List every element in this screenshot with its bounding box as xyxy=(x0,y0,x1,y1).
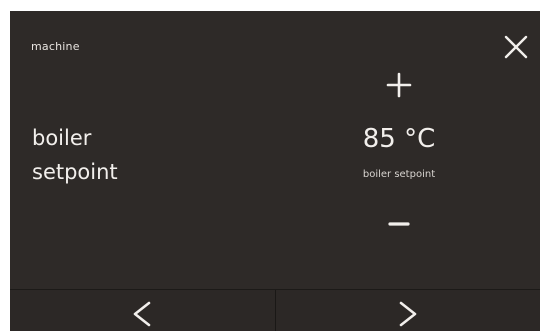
plus-icon xyxy=(386,72,412,98)
minus-icon xyxy=(388,222,410,226)
main-area: machine boiler setpoint 85 °C boiler set… xyxy=(10,11,540,289)
close-button[interactable] xyxy=(502,33,530,61)
setpoint-value: 85 °C xyxy=(362,124,436,154)
parameter-label-line1: boiler xyxy=(32,126,92,150)
setpoint-caption: boiler setpoint xyxy=(362,169,436,180)
increase-button[interactable] xyxy=(380,66,418,104)
parameter-label: boiler setpoint xyxy=(32,121,232,189)
next-button[interactable] xyxy=(274,290,541,331)
navigation-bar xyxy=(10,289,540,331)
chevron-right-icon xyxy=(399,301,417,327)
decrease-button[interactable] xyxy=(380,209,418,239)
parameter-label-line2: setpoint xyxy=(32,160,118,184)
close-icon xyxy=(504,35,528,59)
machine-settings-screen: machine boiler setpoint 85 °C boiler set… xyxy=(10,11,540,331)
previous-button[interactable] xyxy=(10,290,275,331)
page-title: machine xyxy=(31,40,80,53)
chevron-left-icon xyxy=(133,301,151,327)
